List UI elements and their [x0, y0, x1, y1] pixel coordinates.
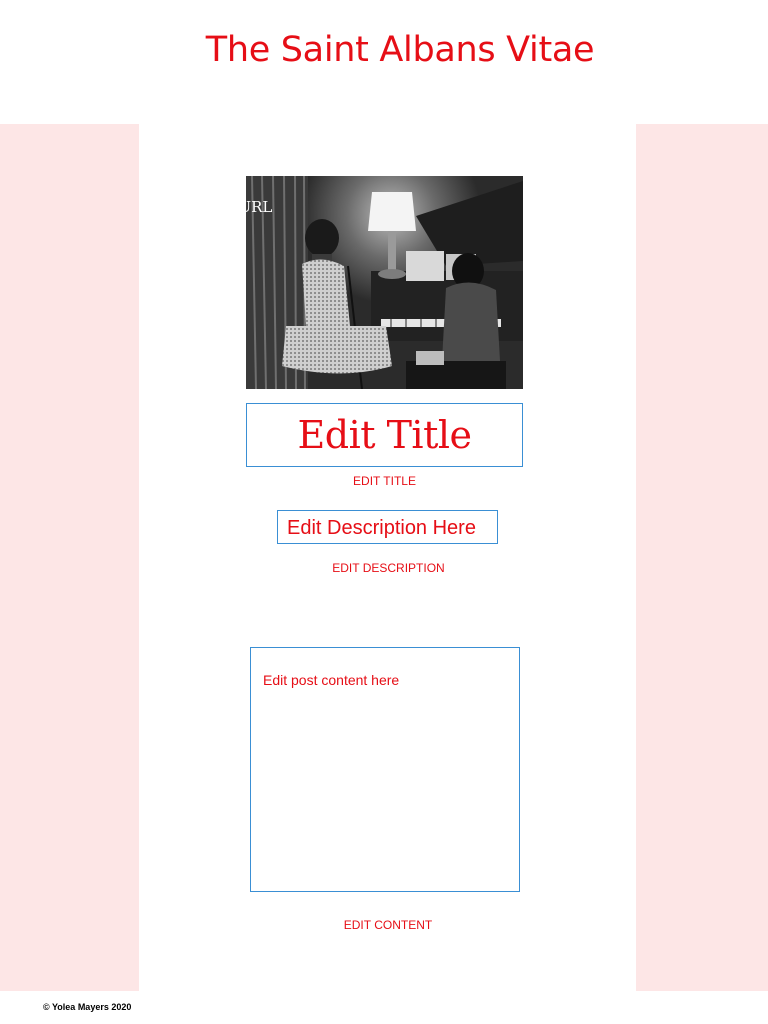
edit-title-button[interactable]: EDIT TITLE	[246, 474, 523, 488]
edit-content-button[interactable]: EDIT CONTENT	[250, 918, 526, 932]
post-content-field[interactable]: Edit post content here	[250, 647, 520, 892]
title-field[interactable]: Edit Title	[246, 403, 523, 467]
right-side-panel	[636, 124, 768, 991]
left-side-panel	[0, 124, 139, 991]
description-field[interactable]: Edit Description Here	[277, 510, 498, 544]
site-title: The Saint Albans Vitae	[205, 30, 595, 70]
post-content-text: Edit post content here	[263, 672, 400, 688]
edit-image-url-button[interactable]: Edit Image URL	[150, 198, 272, 216]
post-image	[246, 176, 523, 389]
footer-copyright: © Yolea Mayers 2020	[43, 1002, 132, 1012]
edit-description-button[interactable]: EDIT DESCRIPTION	[277, 561, 500, 575]
